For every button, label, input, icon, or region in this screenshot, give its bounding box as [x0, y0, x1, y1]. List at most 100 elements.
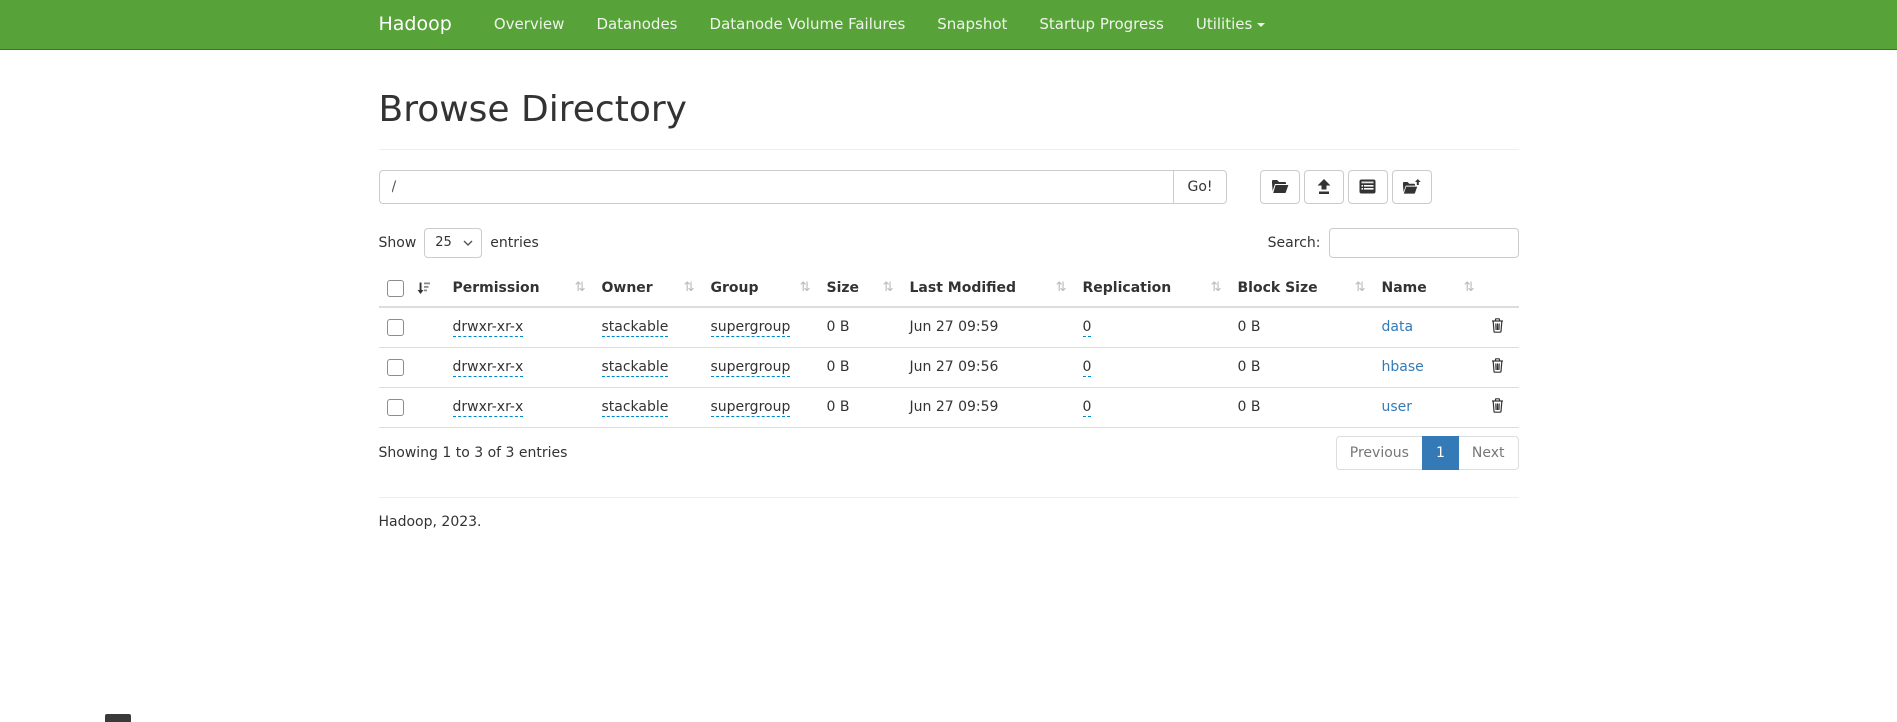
replication-editable[interactable]: 0 [1083, 399, 1092, 417]
path-bar: Go! [379, 170, 1519, 204]
block-size-cell: 0 B [1230, 307, 1374, 348]
create-directory-button[interactable] [1260, 170, 1300, 204]
table-footer: Showing 1 to 3 of 3 entries Previous 1 N… [379, 436, 1519, 470]
column-label: Group [711, 280, 759, 296]
delete-button[interactable] [1491, 318, 1504, 333]
last-modified-cell: Jun 27 09:59 [902, 387, 1075, 427]
table-controls: Show 25 entries Search: [379, 228, 1519, 258]
show-label: Show [379, 235, 417, 251]
sort-icon: ⇅ [883, 280, 894, 295]
sort-icon: ⇅ [1211, 280, 1222, 295]
column-header-select-all[interactable] [379, 270, 445, 307]
replication-editable[interactable]: 0 [1083, 319, 1092, 337]
delete-button[interactable] [1491, 358, 1504, 373]
column-header-size[interactable]: Size ⇅ [819, 270, 902, 307]
search-input[interactable] [1329, 228, 1519, 258]
sort-icon: ⇅ [575, 280, 586, 295]
permission-editable[interactable]: drwxr-xr-x [453, 359, 524, 377]
size-cell: 0 B [819, 347, 902, 387]
pagination-previous-button[interactable]: Previous [1336, 436, 1422, 470]
page-length-control: Show 25 entries [379, 228, 539, 258]
entries-label: entries [490, 235, 539, 251]
directory-path-input[interactable] [379, 170, 1174, 204]
sort-icon: ⇅ [684, 280, 695, 295]
column-label: Permission [453, 280, 540, 296]
page-size-select[interactable]: 25 [424, 228, 482, 258]
row-checkbox[interactable] [387, 319, 404, 336]
upload-file-button[interactable] [1304, 170, 1344, 204]
sort-asc-icon [417, 281, 431, 295]
nav-item-datanodes[interactable]: Datanodes [580, 0, 693, 49]
trash-icon [1491, 358, 1504, 373]
go-button[interactable]: Go! [1173, 170, 1226, 204]
nav-item-startup-progress[interactable]: Startup Progress [1023, 0, 1179, 49]
explorer-toolbar [1260, 170, 1432, 204]
nav-item-utilities-dropdown[interactable]: Utilities [1180, 0, 1281, 49]
sort-icon: ⇅ [800, 280, 811, 295]
column-header-group[interactable]: Group ⇅ [703, 270, 819, 307]
search-label: Search: [1268, 235, 1321, 251]
directory-link[interactable]: user [1382, 399, 1413, 415]
delete-button[interactable] [1491, 398, 1504, 413]
group-editable[interactable]: supergroup [711, 319, 791, 337]
block-size-cell: 0 B [1230, 387, 1374, 427]
column-label: Size [827, 280, 860, 296]
owner-editable[interactable]: stackable [602, 359, 669, 377]
upload-icon [1316, 179, 1332, 195]
column-header-replication[interactable]: Replication ⇅ [1075, 270, 1230, 307]
list-alt-icon [1359, 179, 1376, 194]
column-label: Replication [1083, 280, 1172, 296]
sort-icon: ⇅ [1056, 280, 1067, 295]
permission-editable[interactable]: drwxr-xr-x [453, 319, 524, 337]
group-editable[interactable]: supergroup [711, 399, 791, 417]
table-row: drwxr-xr-x stackable supergroup 0 B Jun … [379, 347, 1519, 387]
nav-item-datanode-volume-failures[interactable]: Datanode Volume Failures [694, 0, 922, 49]
column-header-name[interactable]: Name⇅ [1374, 270, 1483, 307]
folder-up-button[interactable] [1392, 170, 1432, 204]
group-editable[interactable]: supergroup [711, 359, 791, 377]
folder-open-icon [1271, 179, 1289, 194]
brand-link-hadoop[interactable]: Hadoop [379, 0, 452, 49]
pagination-page-1-button[interactable]: 1 [1422, 436, 1459, 470]
page-size-value: 25 [435, 235, 452, 250]
entries-info: Showing 1 to 3 of 3 entries [379, 445, 568, 461]
directory-listing-table: Permission ⇅ Owner ⇅ Group ⇅ Size ⇅ Last Mod… [379, 270, 1519, 428]
owner-editable[interactable]: stackable [602, 399, 669, 417]
row-checkbox[interactable] [387, 359, 404, 376]
row-checkbox[interactable] [387, 399, 404, 416]
pagination: Previous 1 Next [1336, 436, 1519, 470]
caret-down-icon [1257, 23, 1265, 27]
column-label: Owner [602, 280, 653, 296]
column-header-permission[interactable]: Permission ⇅ [445, 270, 594, 307]
page-header: Browse Directory [379, 90, 1519, 150]
owner-editable[interactable]: stackable [602, 319, 669, 337]
column-header-actions [1483, 270, 1519, 307]
nav-item-overview[interactable]: Overview [478, 0, 581, 49]
pagination-next-button[interactable]: Next [1459, 436, 1519, 470]
column-header-block-size[interactable]: Block Size⇅ [1230, 270, 1374, 307]
column-header-last-modified[interactable]: Last Modified ⇅ [902, 270, 1075, 307]
trash-icon [1491, 318, 1504, 333]
utilities-label: Utilities [1196, 15, 1252, 33]
footer-text: Hadoop, 2023. [379, 514, 1519, 530]
page-title: Browse Directory [379, 90, 1519, 130]
block-size-cell: 0 B [1230, 347, 1374, 387]
navbar-container: Hadoop Overview Datanodes Datanode Volum… [364, 0, 1534, 49]
table-row: drwxr-xr-x stackable supergroup 0 B Jun … [379, 307, 1519, 348]
replication-editable[interactable]: 0 [1083, 359, 1092, 377]
permission-editable[interactable]: drwxr-xr-x [453, 399, 524, 417]
main-container: Browse Directory Go! [364, 90, 1534, 530]
column-label: Last Modified [910, 280, 1017, 296]
column-header-owner[interactable]: Owner ⇅ [594, 270, 703, 307]
select-all-checkbox[interactable] [387, 280, 404, 297]
cut-paste-button[interactable] [1348, 170, 1388, 204]
sort-icon: ⇅ [1464, 280, 1475, 295]
directory-link[interactable]: hbase [1382, 359, 1424, 375]
size-cell: 0 B [819, 307, 902, 348]
directory-link[interactable]: data [1382, 319, 1414, 335]
top-navbar: Hadoop Overview Datanodes Datanode Volum… [0, 0, 1897, 50]
status-tooltip-sliver [105, 714, 131, 722]
size-cell: 0 B [819, 387, 902, 427]
nav-item-snapshot[interactable]: Snapshot [921, 0, 1023, 49]
footer-divider [379, 497, 1519, 498]
